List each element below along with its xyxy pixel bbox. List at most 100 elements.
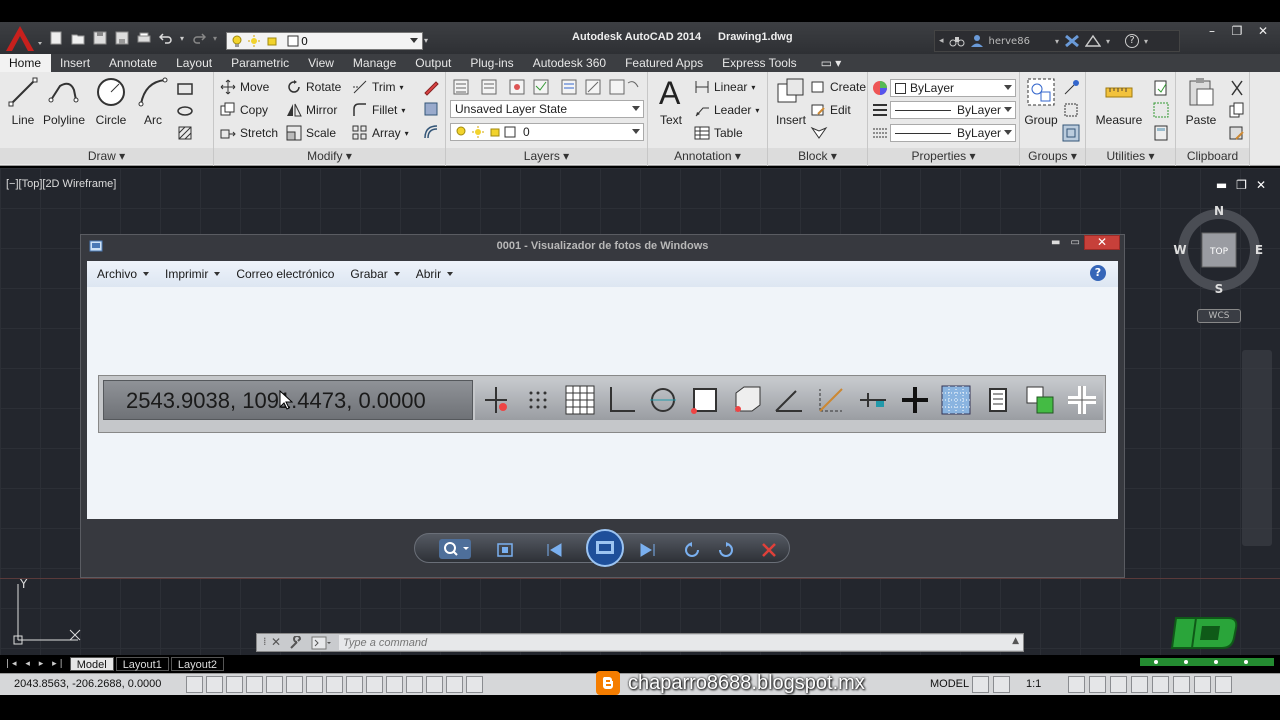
layer-dropdown-top[interactable]: 0: [226, 32, 423, 50]
properties-panel-label[interactable]: Properties ▾: [868, 148, 1019, 164]
cursor-coordinates[interactable]: 2043.8563, -206.2688, 0.0000: [14, 678, 161, 690]
rotate-counterclockwise-icon[interactable]: [683, 542, 703, 558]
snap-mode-toggle[interactable]: [206, 676, 223, 693]
match-properties-icon[interactable]: [1228, 124, 1246, 142]
undo-icon[interactable]: [156, 29, 175, 48]
calculator-icon[interactable]: [1152, 124, 1170, 142]
restore-icon[interactable]: ❐: [1230, 24, 1244, 38]
layout-nav-arrows[interactable]: |◂ ◂ ▸ ▸|: [6, 659, 66, 669]
group-selection-icon[interactable]: [1062, 124, 1080, 142]
minimize-icon[interactable]: –: [1205, 24, 1219, 38]
lineweight-dropdown[interactable]: ByLayer: [890, 101, 1016, 119]
fillet-button[interactable]: Fillet ▾: [352, 100, 405, 120]
menu-grabar[interactable]: Grabar: [350, 267, 400, 281]
delete-icon[interactable]: [759, 542, 779, 558]
tab-insert[interactable]: Insert: [51, 54, 100, 72]
autodesk-360-icon[interactable]: [1084, 34, 1101, 48]
tab-layout[interactable]: Layout: [167, 54, 222, 72]
new-icon[interactable]: [46, 29, 65, 48]
tab-plug-ins[interactable]: Plug-ins: [461, 54, 523, 72]
actual-size-icon[interactable]: [495, 542, 515, 558]
qat-customize-icon[interactable]: ▾: [424, 36, 428, 45]
group-edit-icon[interactable]: [1062, 101, 1080, 119]
viewport-controls-label[interactable]: [−][Top][2D Wireframe]: [6, 178, 116, 190]
tab-annotate[interactable]: Annotate: [100, 54, 167, 72]
tab-featured-apps[interactable]: Featured Apps: [616, 54, 713, 72]
restore-icon[interactable]: ❐: [1236, 178, 1247, 192]
command-prompt-icon[interactable]: [311, 636, 331, 650]
paste-button[interactable]: Paste: [1180, 76, 1222, 127]
block-panel-label[interactable]: Block ▾: [768, 148, 867, 164]
stretch-button[interactable]: Stretch: [220, 123, 278, 143]
tab-express-tools[interactable]: Express Tools: [713, 54, 806, 72]
text-button[interactable]: A Text: [654, 76, 688, 127]
slideshow-icon[interactable]: [585, 528, 625, 568]
photo-viewer-title-bar[interactable]: 0001 - Visualizador de fotos de Windows …: [81, 235, 1124, 257]
copy-clip-icon[interactable]: [1228, 101, 1246, 119]
3d-object-snap-toggle[interactable]: [306, 676, 323, 693]
quick-view-layouts-icon[interactable]: [972, 676, 989, 693]
maximize-icon[interactable]: ▭: [1070, 237, 1079, 248]
tab-model[interactable]: Model: [69, 657, 114, 671]
trim-button[interactable]: Trim ▾: [352, 77, 404, 97]
autocad-logo-icon[interactable]: [2, 24, 42, 54]
tab-autodesk-360[interactable]: Autodesk 360: [524, 54, 616, 72]
copy-button[interactable]: Copy: [220, 100, 268, 120]
compass-west[interactable]: W: [1173, 243, 1186, 257]
insert-block-button[interactable]: Insert: [772, 76, 810, 127]
save-as-icon[interactable]: [112, 29, 131, 48]
circle-button[interactable]: Circle: [92, 76, 130, 127]
groups-panel-label[interactable]: Groups ▾: [1020, 148, 1085, 164]
wcs-menu[interactable]: WCS: [1197, 309, 1241, 323]
annotation-monitor-toggle[interactable]: [466, 676, 483, 693]
object-snap-toggle[interactable]: [286, 676, 303, 693]
next-icon[interactable]: [637, 542, 657, 558]
menu-abrir[interactable]: Abrir: [416, 267, 454, 281]
arc-button[interactable]: Arc: [136, 76, 170, 127]
close-icon[interactable]: ✕: [271, 635, 281, 649]
tab-layout1[interactable]: Layout1: [115, 657, 169, 671]
erase-icon[interactable]: [422, 78, 440, 96]
command-history-icon[interactable]: ▲: [1012, 636, 1019, 646]
application-status-bar-menu-icon[interactable]: [1194, 676, 1211, 693]
utilities-panel-label[interactable]: Utilities ▾: [1086, 148, 1175, 164]
compass-south[interactable]: S: [1215, 282, 1224, 296]
color-wheel-icon[interactable]: [871, 79, 889, 97]
chevron-left-icon[interactable]: ◂: [939, 36, 944, 46]
chevron-down-icon[interactable]: ▾: [1055, 37, 1059, 46]
object-snap-tracking-toggle[interactable]: [326, 676, 343, 693]
clean-screen-icon[interactable]: [1215, 676, 1232, 693]
tab-manage[interactable]: Manage: [344, 54, 406, 72]
annotation-visibility-icon[interactable]: [1068, 676, 1085, 693]
quick-view-drawings-icon[interactable]: [993, 676, 1010, 693]
zoom-icon[interactable]: [439, 539, 471, 559]
array-button[interactable]: Array ▾: [352, 123, 409, 143]
rectangle-icon[interactable]: [176, 80, 194, 98]
compass-east[interactable]: E: [1255, 243, 1263, 257]
grid-display-toggle[interactable]: [226, 676, 243, 693]
transparency-toggle[interactable]: [406, 676, 423, 693]
select-all-icon[interactable]: [1152, 101, 1170, 119]
linetype-icon[interactable]: [871, 124, 889, 142]
minimize-icon[interactable]: ▬: [1216, 178, 1227, 192]
isolate-objects-icon[interactable]: [1173, 676, 1190, 693]
hatch-icon[interactable]: [176, 124, 194, 142]
leader-button[interactable]: Leader ▾: [694, 100, 759, 120]
redo-dropdown-icon[interactable]: ▾: [211, 29, 219, 48]
user-name[interactable]: herve86: [989, 36, 1030, 47]
tab-parametric[interactable]: Parametric: [222, 54, 299, 72]
annotation-scale[interactable]: 1:1: [1026, 678, 1041, 690]
tab-output[interactable]: Output: [406, 54, 461, 72]
compass-north[interactable]: N: [1214, 204, 1224, 218]
block-attribute-icon[interactable]: [810, 124, 828, 142]
chevron-down-icon[interactable]: ▾: [1144, 37, 1148, 46]
menu-correo[interactable]: Correo electrónico: [236, 267, 334, 281]
dynamic-ucs-toggle[interactable]: [346, 676, 363, 693]
photo-viewer-close-button[interactable]: ✕: [1084, 235, 1120, 250]
polyline-button[interactable]: Polyline: [42, 76, 86, 127]
command-input[interactable]: [339, 635, 1023, 650]
explode-icon[interactable]: [422, 100, 440, 118]
model-space-toggle[interactable]: MODEL: [930, 678, 969, 690]
hardware-acceleration-icon[interactable]: [1152, 676, 1169, 693]
color-dropdown[interactable]: ByLayer: [890, 79, 1016, 97]
